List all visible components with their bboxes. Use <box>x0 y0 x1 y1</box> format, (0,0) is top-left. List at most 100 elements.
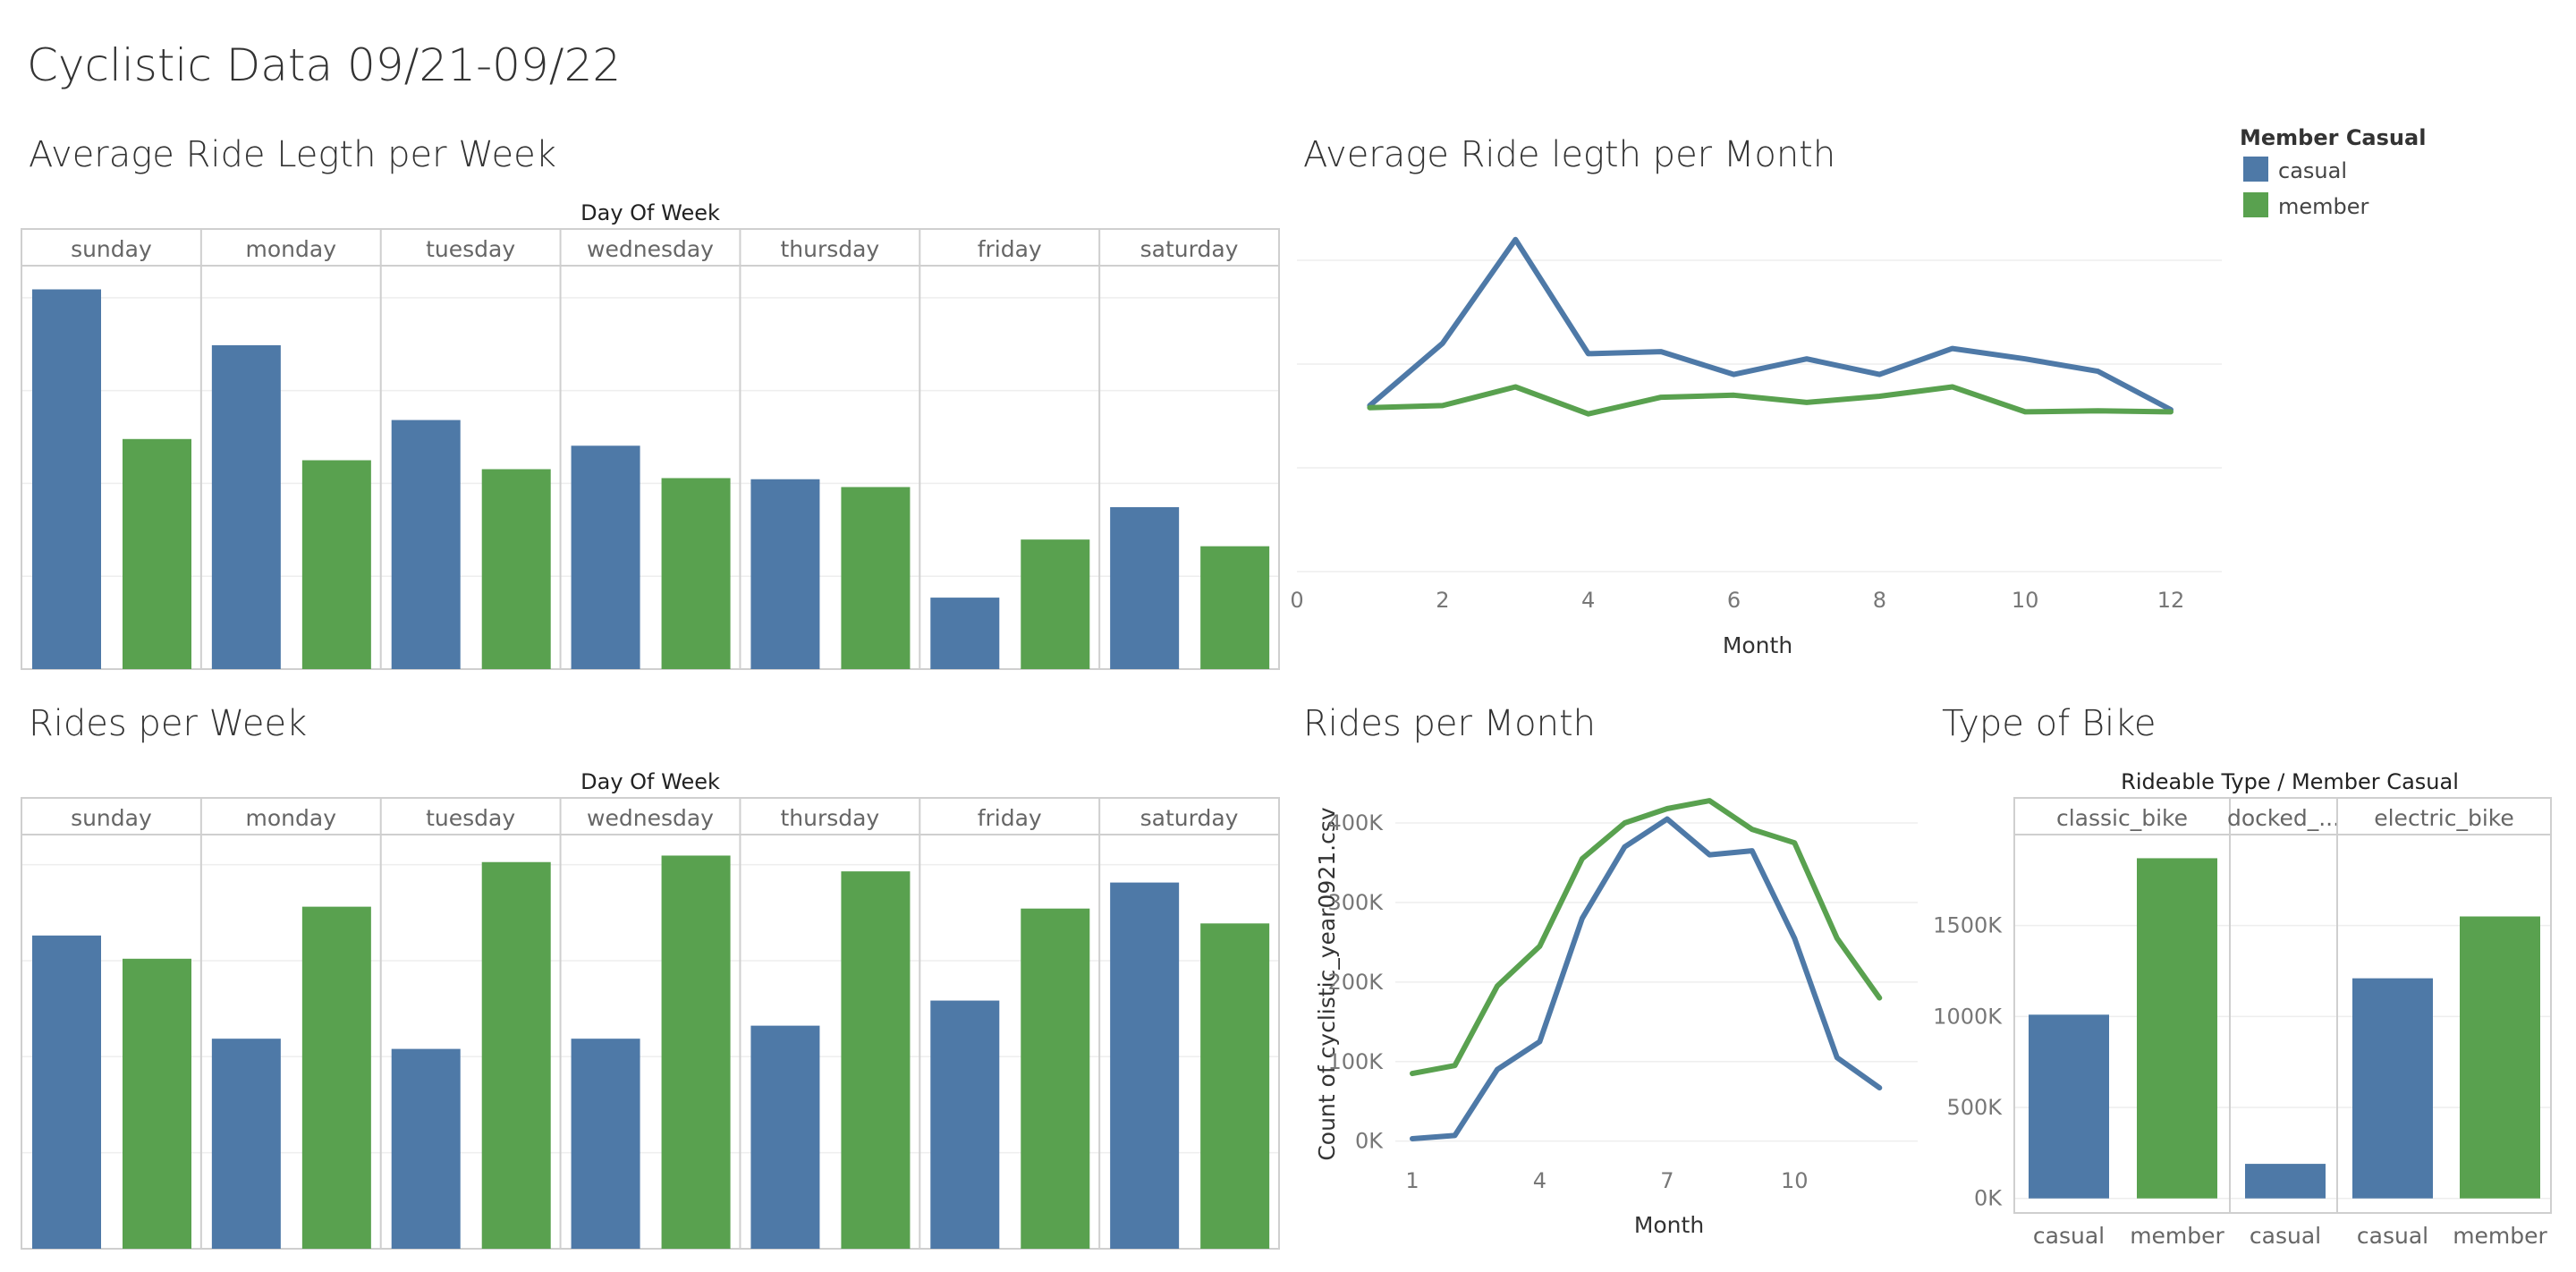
x-tick-label: 7 <box>1660 1168 1674 1193</box>
bar-casual-wednesday[interactable] <box>571 1039 640 1249</box>
header-title-rideable-type: Rideable Type / Member Casual <box>2121 769 2459 794</box>
chart-title-bike-type: Type of Bike <box>1942 703 2157 744</box>
y-tick-label: 1000K <box>1933 1004 2003 1029</box>
bar-casual-saturday[interactable] <box>1110 882 1180 1249</box>
bar-casual-thursday[interactable] <box>750 479 820 669</box>
bar-member-saturday[interactable] <box>1200 923 1270 1249</box>
line-series-casual[interactable] <box>1410 816 1883 1141</box>
header-label-monday: monday <box>246 805 337 831</box>
header-label-docked_: docked_... <box>2227 805 2340 831</box>
x-tick-label: member <box>2130 1223 2224 1249</box>
chart-frame <box>21 228 1280 670</box>
y-tick-label: 0K <box>1974 1186 2003 1211</box>
bar-member-tuesday[interactable] <box>481 469 551 669</box>
x-tick-label: 4 <box>1533 1168 1546 1193</box>
bar-member-friday[interactable] <box>1021 908 1090 1249</box>
legend-swatch-casual[interactable] <box>2243 157 2268 182</box>
bar-casual-sunday[interactable] <box>32 935 101 1249</box>
bar-casual-saturday[interactable] <box>1110 506 1180 669</box>
chart-title-rides-month: Rides per Month <box>1303 703 1596 744</box>
bar-member-wednesday[interactable] <box>661 855 731 1249</box>
bar-member-friday[interactable] <box>1021 539 1090 669</box>
y-tick-label: 1500K <box>1933 913 2003 938</box>
chart-title-ride-length-week: Average Ride Legth per Week <box>29 134 556 175</box>
header-label-saturday: saturday <box>1140 236 1239 262</box>
x-tick-label: casual <box>2250 1223 2321 1249</box>
y-tick-label: 100K <box>1327 1049 1384 1074</box>
header-label-wednesday: wednesday <box>587 805 714 831</box>
bar-casual-tuesday[interactable] <box>391 420 461 669</box>
bar-casual-2[interactable] <box>2352 978 2433 1199</box>
legend-swatch-member[interactable] <box>2243 192 2268 217</box>
header-label-classic_bike: classic_bike <box>2056 805 2188 831</box>
y-tick-label: 0K <box>1355 1129 1384 1154</box>
bar-member-wednesday[interactable] <box>661 478 731 669</box>
x-tick-label: 8 <box>1873 588 1886 613</box>
bar-casual-monday[interactable] <box>211 344 281 669</box>
legend[interactable]: Member Casual casual member <box>2240 125 2426 219</box>
header-label-thursday: thursday <box>780 805 879 831</box>
header-label-electric_bike: electric_bike <box>2374 805 2514 831</box>
bar-member-monday[interactable] <box>301 460 371 669</box>
bar-casual-thursday[interactable] <box>750 1025 820 1249</box>
bar-member-sunday[interactable] <box>123 438 191 669</box>
bar-casual-sunday[interactable] <box>32 289 101 669</box>
x-tick-label: casual <box>2033 1223 2105 1249</box>
dashboard-title: Cyclistic Data 09/21-09/22 <box>27 39 621 91</box>
bar-casual-friday[interactable] <box>930 598 1000 669</box>
bar-member-thursday[interactable] <box>841 487 911 669</box>
chart-ride-length-week: Average Ride Legth per Week Day Of Week … <box>21 134 1280 670</box>
header-label-sunday: sunday <box>71 236 152 262</box>
bar-casual-wednesday[interactable] <box>571 445 640 669</box>
y-tick-label: 400K <box>1327 810 1384 835</box>
x-tick-label: 1 <box>1405 1168 1419 1193</box>
header-label-sunday: sunday <box>71 805 152 831</box>
bar-member-2[interactable] <box>2460 916 2540 1199</box>
bar-member-sunday[interactable] <box>123 958 191 1249</box>
header-label-friday: friday <box>978 236 1042 262</box>
x-tick-label: 6 <box>1727 588 1741 613</box>
header-label-thursday: thursday <box>780 236 879 262</box>
bar-member-thursday[interactable] <box>841 871 911 1249</box>
line-series-casual[interactable] <box>1367 236 2174 412</box>
x-tick-label: 2 <box>1436 588 1449 613</box>
line-series-member[interactable] <box>1367 384 2174 417</box>
x-tick-label: casual <box>2357 1223 2428 1249</box>
chart-ride-length-month: Average Ride legth per Month Month 0 2 4 6 8… <box>1290 134 2222 658</box>
header-title-day-of-week: Day Of Week <box>580 200 720 225</box>
header-label-tuesday: tuesday <box>426 805 515 831</box>
x-tick-label: 4 <box>1581 588 1595 613</box>
bar-casual-monday[interactable] <box>211 1039 281 1249</box>
header-label-friday: friday <box>978 805 1042 831</box>
header-label-monday: monday <box>246 236 337 262</box>
x-axis-title-month-2: Month <box>1634 1212 1704 1238</box>
header-label-tuesday: tuesday <box>426 236 515 262</box>
bar-casual-0[interactable] <box>2029 1014 2109 1199</box>
bar-member-tuesday[interactable] <box>481 861 551 1249</box>
legend-title: Member Casual <box>2240 125 2426 150</box>
y-tick-label: 500K <box>1946 1095 2003 1120</box>
line-series-member[interactable] <box>1410 798 1883 1077</box>
x-tick-label: 10 <box>2012 588 2039 613</box>
chart-frame <box>21 797 1280 1250</box>
x-tick-label: 10 <box>1781 1168 1809 1193</box>
bar-casual-1[interactable] <box>2245 1164 2326 1199</box>
bar-member-saturday[interactable] <box>1200 546 1270 669</box>
bar-member-0[interactable] <box>2137 858 2217 1199</box>
bar-casual-friday[interactable] <box>930 1000 1000 1249</box>
y-tick-label: 300K <box>1327 890 1384 915</box>
legend-label-casual[interactable]: casual <box>2278 158 2347 183</box>
x-tick-label: 12 <box>2157 588 2185 613</box>
header-label-wednesday: wednesday <box>587 236 714 262</box>
bar-casual-tuesday[interactable] <box>391 1048 461 1249</box>
legend-label-member[interactable]: member <box>2278 194 2369 219</box>
x-tick-label: 0 <box>1290 588 1303 613</box>
x-tick-label: member <box>2453 1223 2547 1249</box>
header-label-saturday: saturday <box>1140 805 1239 831</box>
chart-title-ride-length-month: Average Ride legth per Month <box>1303 134 1835 175</box>
y-tick-label: 200K <box>1327 970 1384 995</box>
chart-rides-month: Rides per Month Month Count of cyclistic… <box>1303 703 1918 1238</box>
dashboard: Cyclistic Data 09/21-09/22 Member Casual… <box>21 39 2552 1250</box>
x-axis-title-month: Month <box>1723 632 1792 658</box>
bar-member-monday[interactable] <box>301 906 371 1249</box>
